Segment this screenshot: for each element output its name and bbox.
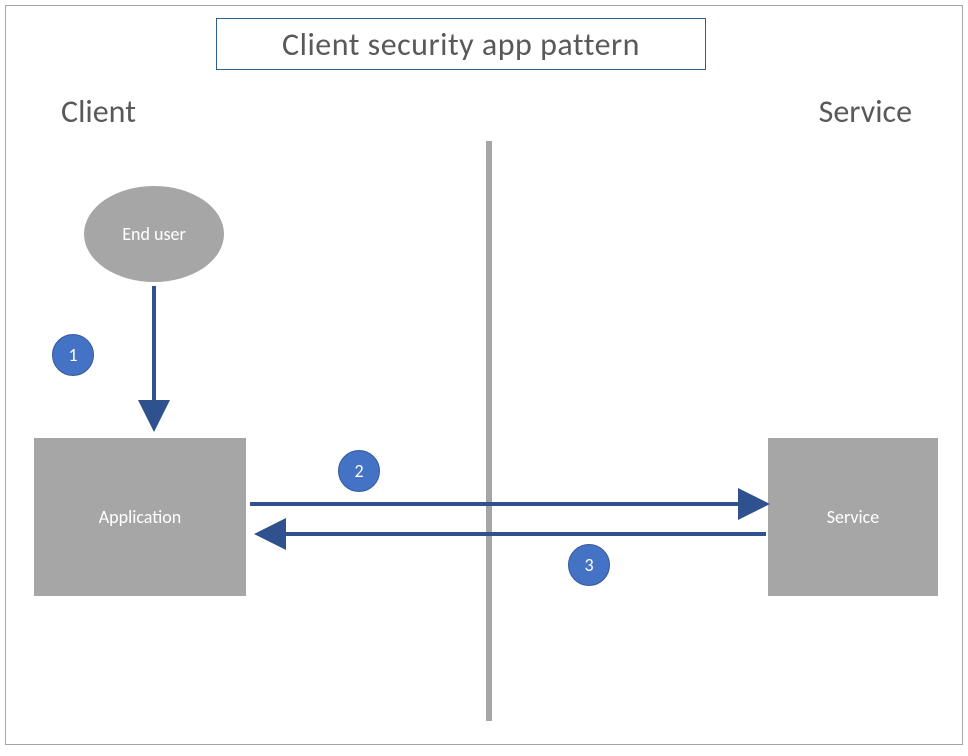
step-badge-1: 1 bbox=[52, 334, 94, 376]
step-badge-2: 2 bbox=[338, 450, 380, 492]
vertical-divider bbox=[486, 141, 492, 721]
service-label: Service bbox=[827, 506, 880, 528]
application-node: Application bbox=[34, 438, 246, 596]
service-section-label: Service bbox=[819, 92, 912, 131]
end-user-node: End user bbox=[84, 186, 224, 282]
end-user-label: End user bbox=[122, 223, 186, 245]
step-number-2: 2 bbox=[354, 460, 363, 482]
client-section-label: Client bbox=[61, 92, 136, 131]
step-number-3: 3 bbox=[584, 554, 593, 576]
application-label: Application bbox=[99, 506, 182, 528]
title-box: Client security app pattern bbox=[216, 18, 706, 70]
step-badge-3: 3 bbox=[568, 544, 610, 586]
diagram-frame: Client security app pattern Client Servi… bbox=[5, 5, 963, 745]
diagram-title: Client security app pattern bbox=[282, 25, 640, 64]
step-number-1: 1 bbox=[68, 344, 77, 366]
service-node: Service bbox=[768, 438, 938, 596]
